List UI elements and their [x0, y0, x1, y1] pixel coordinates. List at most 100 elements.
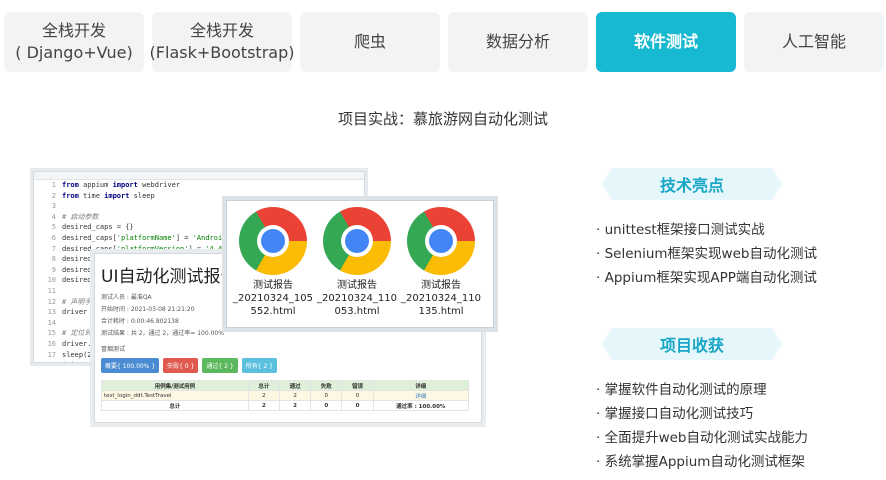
tab-label: 全栈开发 [189, 21, 254, 40]
file-name-line: _20210324_105 [233, 293, 313, 304]
header-cell: 总计 [247, 380, 280, 391]
table-cell: 0 [310, 400, 343, 411]
file-name: 测试报告 _20210324_105 552.html [231, 279, 315, 318]
list-item: · 全面提升web自动化测试实战能力 [596, 430, 808, 446]
editor-toolbar [34, 172, 364, 180]
file-name-line: _20210324_110 [401, 293, 481, 304]
report-start: 开始时间 : 2021-03-08 21:21:20 [101, 306, 195, 313]
file-name-line: 测试报告 [253, 280, 293, 291]
file-name-line: _20210324_110 [317, 293, 397, 304]
header-cell: 错误 [341, 380, 374, 391]
all-button[interactable]: 所有{ 2 } [241, 358, 277, 373]
tab-data-analysis[interactable]: 数据分析 [448, 12, 588, 72]
chrome-icon [407, 207, 475, 275]
report-tester: 测试人员 : 最准QA [101, 294, 152, 301]
report-file[interactable]: 测试报告 _20210324_110 135.html [399, 207, 483, 318]
table-header: 用例集/测试用例 总计 通过 失败 错误 详细 [101, 380, 470, 391]
line-number: 8 [51, 255, 56, 264]
code-line: 1 from appium import webdriver [34, 180, 364, 191]
header-cell: 用例集/测试用例 [101, 380, 249, 391]
tab-label: 数据分析 [485, 32, 550, 51]
tab-sublabel: ( Django+Vue) [15, 43, 133, 62]
line-number: 1 [51, 181, 56, 189]
report-file[interactable]: 测试报告 _20210324_105 552.html [231, 207, 315, 318]
file-name: 测试报告 _20210324_110 053.html [315, 279, 399, 318]
table-cell: 总计 [101, 400, 249, 411]
code-text: # 定位到搜 [62, 329, 99, 338]
table-cell: 0 [341, 390, 374, 401]
tab-crawler[interactable]: 爬虫 [300, 12, 440, 72]
line-number: 13 [47, 308, 56, 317]
gains-list: · 掌握软件自动化测试的原理 · 掌握接口自动化测试技巧 · 全面提升web自动… [596, 378, 886, 474]
tab-ai[interactable]: 人工智能 [744, 12, 884, 72]
file-name-line: 552.html [250, 306, 296, 317]
report-files: 测试报告 _20210324_105 552.html 测试报告 _202103… [226, 200, 494, 328]
tab-sublabel: (Flask+Bootstrap) [149, 43, 295, 62]
code-text: desired_caps['platformName'] = 'Android' [62, 233, 231, 242]
report-duration: 合计耗时 : 0:00:46.802138 [101, 318, 179, 325]
code-text: driver = [62, 308, 96, 317]
table-cell: 0 [341, 400, 374, 411]
summary-button[interactable]: 概要{ 100.00% } [101, 358, 160, 373]
report-table: 用例集/测试用例 总计 通过 失败 错误 详细 test_login_ddt.T… [101, 380, 470, 411]
line-number: 3 [51, 202, 56, 211]
tab-label: 软件测试 [633, 32, 698, 51]
line-number: 4 [51, 212, 56, 221]
file-name-line: 053.html [334, 306, 380, 317]
table-total-row: 总计 2 2 0 0 通过率 : 100.00% [101, 400, 470, 411]
file-name-line: 测试报告 [421, 280, 461, 291]
report-filter-buttons: 概要{ 100.00% } 失败{ 0 } 通过{ 2 } 所有{ 2 } [101, 358, 277, 373]
line-number: 12 [47, 297, 56, 306]
code-text: desired_caps['platformVersion'] = '4.4.2… [62, 244, 235, 253]
line-number: 5 [51, 223, 56, 232]
header-cell: 详细 [372, 380, 470, 391]
table-cell: 0 [310, 390, 343, 401]
list-item: · 掌握软件自动化测试的原理 [596, 382, 767, 398]
gains-heading: 项目收获 [602, 328, 782, 360]
table-cell: 2 [278, 390, 312, 401]
report-title: UI自动化测试报告 [101, 267, 238, 287]
highlights-list: · unittest框架接口测试实战 · Selenium框架实现web自动化测… [596, 218, 886, 290]
line-number: 18 [34, 360, 62, 362]
line-number: 9 [51, 265, 56, 274]
report-result: 测试结果 : 共 2，通过 2，通过率= 100.00% [101, 330, 224, 337]
tab-software-testing[interactable]: 软件测试 [596, 12, 736, 72]
passed-button[interactable]: 通过{ 2 } [202, 358, 238, 373]
failed-button[interactable]: 失败{ 0 } [163, 358, 199, 373]
line-number: 11 [47, 286, 56, 295]
list-item: · Appium框架实现APP端自动化测试 [596, 270, 817, 286]
report-scenario: 冒烟测试 [101, 346, 126, 353]
list-item: · 系统掌握Appium自动化测试框架 [596, 454, 805, 470]
code-text: from time import sleep [62, 191, 155, 200]
header-cell: 通过 [278, 380, 312, 391]
table-cell: 2 [247, 390, 280, 401]
project-details: 技术亮点 · unittest框架接口测试实战 · Selenium框架实现we… [596, 168, 886, 474]
chrome-icon [239, 207, 307, 275]
code-text: # 声明手机 [62, 297, 99, 306]
report-file[interactable]: 测试报告 _20210324_110 053.html [315, 207, 399, 318]
line-number: 7 [51, 244, 56, 253]
line-number: 16 [47, 339, 56, 348]
table-cell: test_login_ddt.TestTravel [101, 390, 249, 401]
table-cell: 2 [247, 400, 280, 411]
file-name-line: 测试报告 [337, 280, 377, 291]
code-text: sleep(2) [62, 350, 96, 359]
line-number: 10 [47, 276, 56, 285]
table-cell: 通过率 : 100.00% [372, 400, 470, 411]
tab-fullstack-django-vue[interactable]: 全栈开发 ( Django+Vue) [4, 12, 144, 72]
tab-label: 爬虫 [353, 32, 386, 51]
line-number: 6 [51, 233, 56, 242]
table-row: test_login_ddt.TestTravel 2 2 0 0 详细 [101, 390, 470, 401]
list-item: · Selenium框架实现web自动化测试 [596, 246, 817, 262]
list-item: · 掌握接口自动化测试技巧 [596, 406, 754, 422]
detail-link[interactable]: 详细 [372, 390, 470, 401]
code-text: # 启动参数 [62, 212, 99, 221]
code-text: from appium import webdriver [62, 181, 181, 189]
tab-fullstack-flask-bootstrap[interactable]: 全栈开发 (Flask+Bootstrap) [149, 12, 295, 72]
file-name-line: 135.html [418, 306, 464, 317]
code-text: desired_caps = {} [62, 223, 134, 232]
project-visual: 1 from appium import webdriver 2 from time … [30, 168, 500, 438]
tab-label: 人工智能 [781, 32, 846, 51]
tab-label: 全栈开发 [41, 21, 106, 40]
line-number: 17 [47, 350, 56, 359]
